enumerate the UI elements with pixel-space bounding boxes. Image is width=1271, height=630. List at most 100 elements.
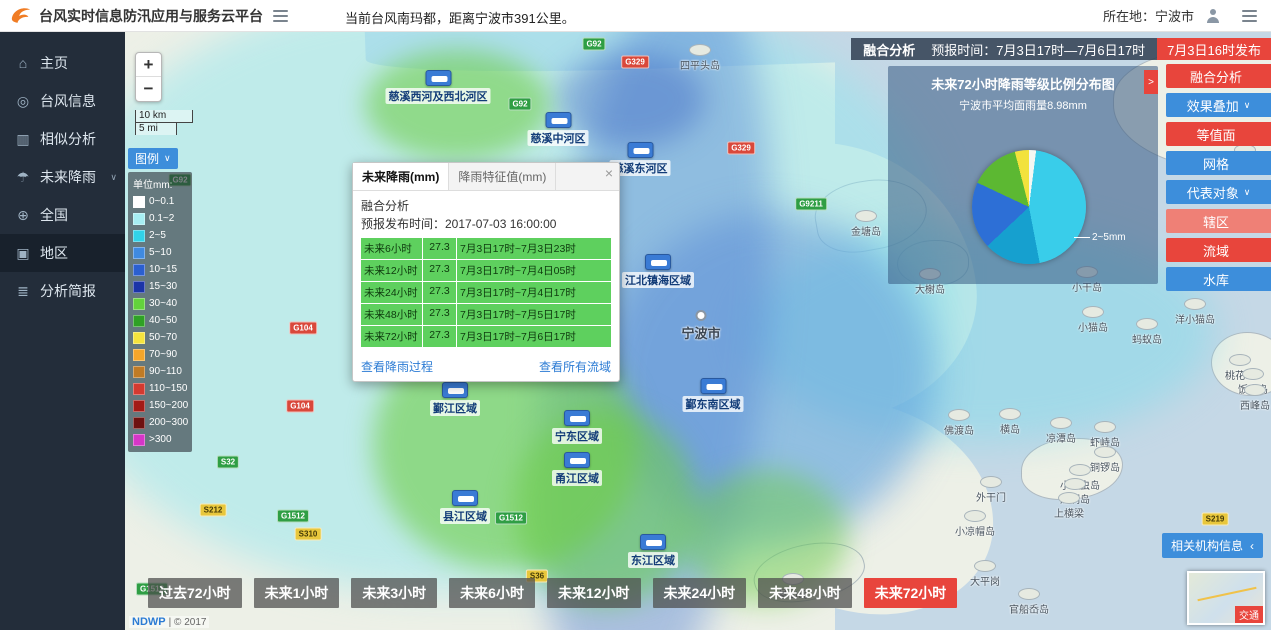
report-icon xyxy=(14,283,32,300)
pie-slice-annotation: 2~5mm xyxy=(1092,232,1126,243)
sidebar-item[interactable]: 分析简报 xyxy=(0,272,125,310)
row-period: 未来6小时 xyxy=(361,238,423,259)
sidebar-item-label: 台风信息 xyxy=(40,91,96,111)
forecast-issued-badge: 7月3日16时发布 xyxy=(1157,38,1271,60)
legend-color-swatch xyxy=(133,315,145,327)
user-icon[interactable] xyxy=(1206,9,1220,23)
view-all-basins-link[interactable]: 查看所有流域 xyxy=(539,358,611,375)
legend-color-swatch xyxy=(133,434,145,446)
time-range-button[interactable]: 未来24小时 xyxy=(653,578,747,608)
time-range-button[interactable]: 未来48小时 xyxy=(758,578,852,608)
forecast-time-range: 预报时间：7月3日17时—7月6日17时 xyxy=(931,40,1145,59)
basin-marker[interactable]: 鄞东南区域 xyxy=(683,378,744,413)
layer-control-button[interactable]: 辖区 xyxy=(1166,209,1271,233)
popup-tab[interactable]: 未来降雨(mm) xyxy=(353,163,449,190)
legend-row: 70~90 xyxy=(133,346,187,363)
legend-toggle-button[interactable]: 图例 ∨ xyxy=(128,148,178,169)
chevron-left-icon: ‹ xyxy=(1250,539,1254,553)
legend-title: 图例 xyxy=(135,150,159,167)
view-rain-process-link[interactable]: 查看降雨过程 xyxy=(361,358,433,375)
basin-marker[interactable]: 鄞江区域 xyxy=(430,382,480,417)
island-label: 横岛 xyxy=(999,408,1021,436)
legend-color-swatch xyxy=(133,417,145,429)
sidebar-item[interactable]: 全国 xyxy=(0,196,125,234)
popup-tab[interactable]: 降雨特征值(mm) xyxy=(449,163,556,190)
city-label: 宁波市 xyxy=(681,310,720,342)
layer-control-button[interactable]: 流域 xyxy=(1166,238,1271,262)
time-range-button[interactable]: 未来6小时 xyxy=(449,578,535,608)
traffic-label: 交通 xyxy=(1235,606,1263,623)
island-label: 大平岗 xyxy=(970,560,1000,588)
org-info-button[interactable]: 相关机构信息 ‹ xyxy=(1162,533,1263,558)
legend-row: 150~200 xyxy=(133,397,187,414)
time-range-button[interactable]: 未来3小时 xyxy=(351,578,437,608)
layer-control-button[interactable]: 代表对象 ∨ xyxy=(1166,180,1271,204)
layer-control-button[interactable]: 效果叠加 ∨ xyxy=(1166,93,1271,117)
header: 台风实时信息防汛应用与服务云平台 当前台风南玛都，距离宁波市391公里。 所在地… xyxy=(0,0,1271,32)
island-label: 蚂蚁岛 xyxy=(1132,318,1162,346)
rainfall-overlay xyxy=(513,410,698,605)
legend-color-swatch xyxy=(133,196,145,208)
legend-row: 5~10 xyxy=(133,244,187,261)
close-icon[interactable]: × xyxy=(605,166,613,180)
legend-color-swatch xyxy=(133,264,145,276)
basin-marker[interactable]: 东江区域 xyxy=(628,534,678,569)
basin-marker[interactable]: 宁东区域 xyxy=(552,410,602,445)
time-range-button[interactable]: 未来12小时 xyxy=(547,578,641,608)
road-shield: G104 xyxy=(289,322,317,335)
page-title: 台风实时信息防汛应用与服务云平台 xyxy=(39,6,263,26)
location-selector[interactable]: 所在地：宁波市 xyxy=(1103,6,1194,25)
app-logo-icon xyxy=(10,5,32,27)
header-menu-icon[interactable] xyxy=(273,7,288,25)
road-shield: S219 xyxy=(1202,513,1229,526)
rain-pie-chart xyxy=(972,150,1086,264)
rainfall-table-row: 未来24小时 27.3 7月3日17时~7月4日17时 xyxy=(361,282,611,304)
map-copyright: NDWP | © 2017 xyxy=(129,616,209,628)
time-range-button[interactable]: 未来72小时 xyxy=(864,578,958,608)
analysis-icon xyxy=(14,131,32,148)
layer-control-label: 效果叠加 xyxy=(1187,96,1239,115)
basin-marker[interactable]: 慈溪中河区 xyxy=(528,112,589,147)
basin-marker-label: 江北镇海区域 xyxy=(622,272,694,288)
sidebar-item[interactable]: 相似分析 xyxy=(0,120,125,158)
layer-control-button[interactable]: 等值面 xyxy=(1166,122,1271,146)
popup-body: 融合分析 预报发布时间：2017-07-03 16:00:00 未来6小时 27… xyxy=(353,191,619,352)
sidebar-item[interactable]: 台风信息 xyxy=(0,82,125,120)
zoom-out-button[interactable]: − xyxy=(136,77,161,101)
copyright-brand: NDWP xyxy=(132,616,166,628)
sidebar-item[interactable]: 主页 xyxy=(0,44,125,82)
zoom-in-button[interactable]: + xyxy=(136,53,161,77)
legend-color-swatch xyxy=(133,366,145,378)
basin-marker[interactable]: 慈溪西河及西北河区 xyxy=(386,70,491,105)
sidebar-item[interactable]: 地区 xyxy=(0,234,125,272)
time-range-button[interactable]: 未来1小时 xyxy=(254,578,340,608)
list-menu-icon[interactable] xyxy=(1242,7,1257,25)
legend-row: 30~40 xyxy=(133,295,187,312)
sidebar-item[interactable]: 未来降雨 ∨ xyxy=(0,158,125,196)
rainfall-overlay xyxy=(365,50,550,160)
basin-marker[interactable]: 江北镇海区域 xyxy=(622,254,694,289)
layer-control-button[interactable]: 水库 xyxy=(1166,267,1271,291)
map-canvas[interactable]: G92 G92 G92 G329 G329 G9211 G104 G104 S3… xyxy=(125,32,1271,630)
panel-collapse-button[interactable]: > xyxy=(1144,70,1158,94)
road-shield: G329 xyxy=(727,142,755,155)
basin-marker[interactable]: 县江区域 xyxy=(440,490,490,525)
vehicle-marker-icon xyxy=(564,410,590,426)
legend-range-label: 200~300 xyxy=(149,417,188,428)
layer-control-button[interactable]: 融合分析 xyxy=(1166,64,1271,88)
legend-row: 200~300 xyxy=(133,414,187,431)
row-time-range: 7月3日17时~7月4日05时 xyxy=(457,260,611,281)
rainfall-table: 未来6小时 27.3 7月3日17时~7月3日23时 未来12小时 27.3 7… xyxy=(361,237,611,348)
basin-marker[interactable]: 甬江区域 xyxy=(552,452,602,487)
rainfall-table-row: 未来72小时 27.3 7月3日17时~7月6日17时 xyxy=(361,326,611,348)
legend-row: 15~30 xyxy=(133,278,187,295)
legend-color-swatch xyxy=(133,298,145,310)
island-label: 饭盒岛 xyxy=(1238,368,1268,396)
basin-marker-label: 东江区域 xyxy=(628,552,678,568)
road-shield: G329 xyxy=(621,56,649,69)
time-range-button[interactable]: 过去72小时 xyxy=(148,578,242,608)
legend-color-swatch xyxy=(133,281,145,293)
org-info-label: 相关机构信息 xyxy=(1171,537,1243,554)
layer-control-button[interactable]: 网格 xyxy=(1166,151,1271,175)
traffic-mini-map[interactable]: 交通 xyxy=(1187,571,1265,625)
